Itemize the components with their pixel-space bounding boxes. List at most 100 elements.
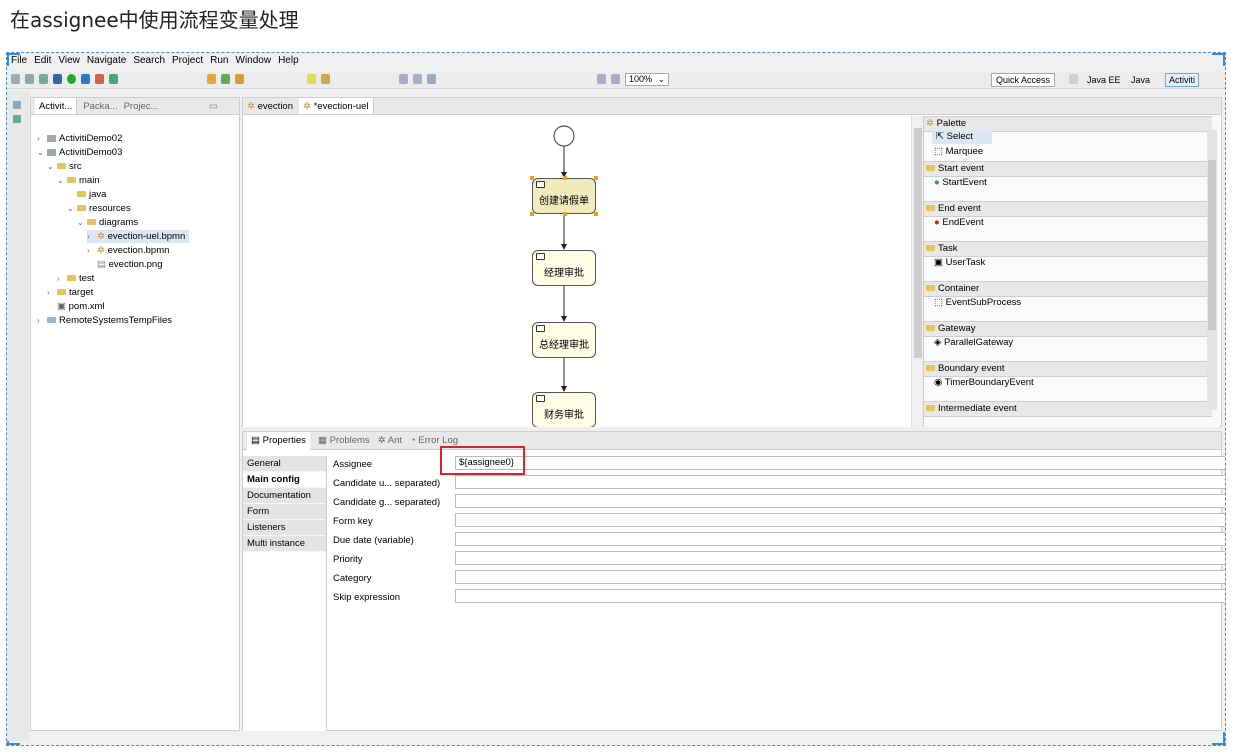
task-general-manager-approval[interactable]: 总经理审批 [532, 322, 596, 358]
due-date-field[interactable] [455, 532, 1225, 546]
palette-group-container[interactable]: Container [924, 281, 1212, 297]
scrollbar-thumb[interactable] [914, 128, 922, 358]
tree-item-evection-uel-bpmn[interactable]: › ✲ evection-uel.bpmn [87, 230, 190, 243]
tree-item-test[interactable]: › test [57, 272, 94, 285]
resize-handle[interactable] [594, 176, 598, 180]
tree-item-diagrams[interactable]: ⌄ diagrams [77, 216, 138, 229]
tree-item-activitidemo02[interactable]: › ActivitiDemo02 [37, 132, 122, 145]
resize-handle[interactable] [594, 212, 598, 216]
zoom-out-icon[interactable] [611, 74, 620, 84]
menu-window[interactable]: Window [236, 55, 272, 69]
align-icon[interactable] [399, 74, 408, 84]
menu-help[interactable]: Help [278, 55, 299, 69]
palette-group-boundary-event[interactable]: Boundary event [924, 361, 1212, 377]
outline-icon[interactable] [13, 115, 21, 123]
resize-handle[interactable] [563, 212, 567, 216]
tree-item-evection-bpmn[interactable]: › ✲ evection.bpmn [87, 244, 169, 257]
tree-item-remote-systems[interactable]: › RemoteSystemsTempFiles [37, 314, 172, 327]
section-form[interactable]: Form [243, 504, 326, 520]
form-key-field[interactable] [455, 513, 1225, 527]
tree-item-main[interactable]: ⌄ main [57, 174, 100, 187]
task-manager-approval[interactable]: 经理审批 [532, 250, 596, 286]
palette-group-intermediate-event[interactable]: Intermediate event [924, 401, 1212, 417]
perspective-java[interactable]: Java [1131, 75, 1150, 85]
palette-timer-boundary-event[interactable]: ◉ TimerBoundaryEvent [924, 376, 1212, 390]
tab-error-log[interactable]: ◔ Error Log [410, 435, 458, 446]
run-icon[interactable] [67, 74, 76, 84]
palette-group-end-event[interactable]: End event [924, 201, 1212, 217]
palette-select[interactable]: ⇱ Select [932, 130, 992, 144]
zoom-select[interactable]: 100% ⌄ [625, 73, 669, 86]
perspective-activiti[interactable]: Activiti [1165, 73, 1200, 87]
tab-evection[interactable]: ✲ evection [247, 101, 293, 112]
menu-project[interactable]: Project [172, 55, 203, 69]
tree-item-evection-png[interactable]: ▤ evection.png [97, 258, 163, 271]
restore-icon[interactable] [13, 101, 21, 109]
tree-item-pom-xml[interactable]: ▣ pom.xml [57, 300, 105, 313]
palette-scrollbar[interactable] [1207, 130, 1217, 410]
tab-evection-uel[interactable]: ✲ *evection-uel [299, 98, 374, 114]
skip-expression-field[interactable] [455, 589, 1225, 603]
section-listeners[interactable]: Listeners [243, 520, 326, 536]
minimize-icon[interactable]: ▭ [209, 101, 218, 112]
tab-properties[interactable]: ▤ Properties [247, 431, 310, 450]
save-icon[interactable] [25, 74, 34, 84]
next-annotation-icon[interactable] [307, 74, 316, 84]
menu-run[interactable]: Run [210, 55, 228, 69]
palette-end-event[interactable]: ● EndEvent [924, 216, 1212, 230]
palette-group-gateway[interactable]: Gateway [924, 321, 1212, 337]
palette-user-task[interactable]: ▣ UserTask [924, 256, 1212, 270]
tree-item-java[interactable]: java [77, 188, 106, 201]
assignee-field[interactable]: ${assignee0} [455, 456, 1225, 470]
open-type-icon[interactable] [207, 74, 216, 84]
tree-item-resources[interactable]: ⌄ resources [67, 202, 131, 215]
search-icon[interactable] [235, 74, 244, 84]
palette-event-subprocess[interactable]: ⬚ EventSubProcess [924, 296, 1212, 310]
section-multi-instance[interactable]: Multi instance [243, 536, 326, 552]
menu-navigate[interactable]: Navigate [87, 55, 126, 69]
resize-handle[interactable] [530, 212, 534, 216]
palette-group-start-event[interactable]: Start event [924, 161, 1212, 177]
tab-problems[interactable]: ▦ Problems [318, 435, 370, 446]
candidate-users-field[interactable] [455, 475, 1225, 489]
tab-package-explorer[interactable]: Packa... [83, 101, 117, 112]
menu-file[interactable]: File [11, 55, 27, 69]
palette-marquee[interactable]: ⬚ Marquee [924, 145, 1212, 159]
palette-parallel-gateway[interactable]: ◈ ParallelGateway [924, 336, 1212, 350]
candidate-groups-field[interactable] [455, 494, 1225, 508]
tab-project-explorer[interactable]: Projec... [124, 101, 159, 112]
distribute-icon[interactable] [427, 74, 436, 84]
console-icon[interactable] [53, 74, 62, 84]
palette-group-task[interactable]: Task [924, 241, 1212, 257]
open-task-icon[interactable] [221, 74, 230, 84]
section-documentation[interactable]: Documentation [243, 488, 326, 504]
scrollbar-thumb[interactable] [1208, 160, 1216, 330]
menu-search[interactable]: Search [133, 55, 165, 69]
tab-activiti-explorer[interactable]: Activit... [35, 98, 78, 114]
print-icon[interactable] [39, 74, 48, 84]
menu-edit[interactable]: Edit [34, 55, 51, 69]
open-perspective-icon[interactable] [1069, 74, 1078, 84]
start-event[interactable] [553, 125, 575, 147]
menu-view[interactable]: View [58, 55, 80, 69]
tree-item-src[interactable]: ⌄ src [47, 160, 82, 173]
perspective-java-ee[interactable]: Java EE [1087, 75, 1121, 85]
resize-handle[interactable] [530, 176, 534, 180]
task-create-leave[interactable]: 创建请假单 [530, 176, 598, 216]
section-main-config[interactable]: Main config [243, 472, 326, 488]
external-tools-icon[interactable] [109, 74, 118, 84]
diagram-canvas[interactable]: 创建请假单 经理审批 总经理审批 财务审批 [243, 116, 911, 427]
tree-item-activitidemo03[interactable]: ⌄ ActivitiDemo03 [37, 146, 122, 159]
tree-item-target[interactable]: › target [47, 286, 93, 299]
zoom-in-icon[interactable] [597, 74, 606, 84]
resize-handle[interactable] [563, 176, 567, 180]
task-finance-approval[interactable]: 财务审批 [532, 392, 596, 427]
priority-field[interactable] [455, 551, 1225, 565]
previous-annotation-icon[interactable] [321, 74, 330, 84]
build-icon[interactable] [95, 74, 104, 84]
debug-icon[interactable] [81, 74, 90, 84]
tab-ant[interactable]: ✲ Ant [378, 435, 402, 446]
canvas-scrollbar[interactable] [911, 116, 923, 427]
category-field[interactable] [455, 570, 1225, 584]
section-general[interactable]: General [243, 456, 326, 472]
